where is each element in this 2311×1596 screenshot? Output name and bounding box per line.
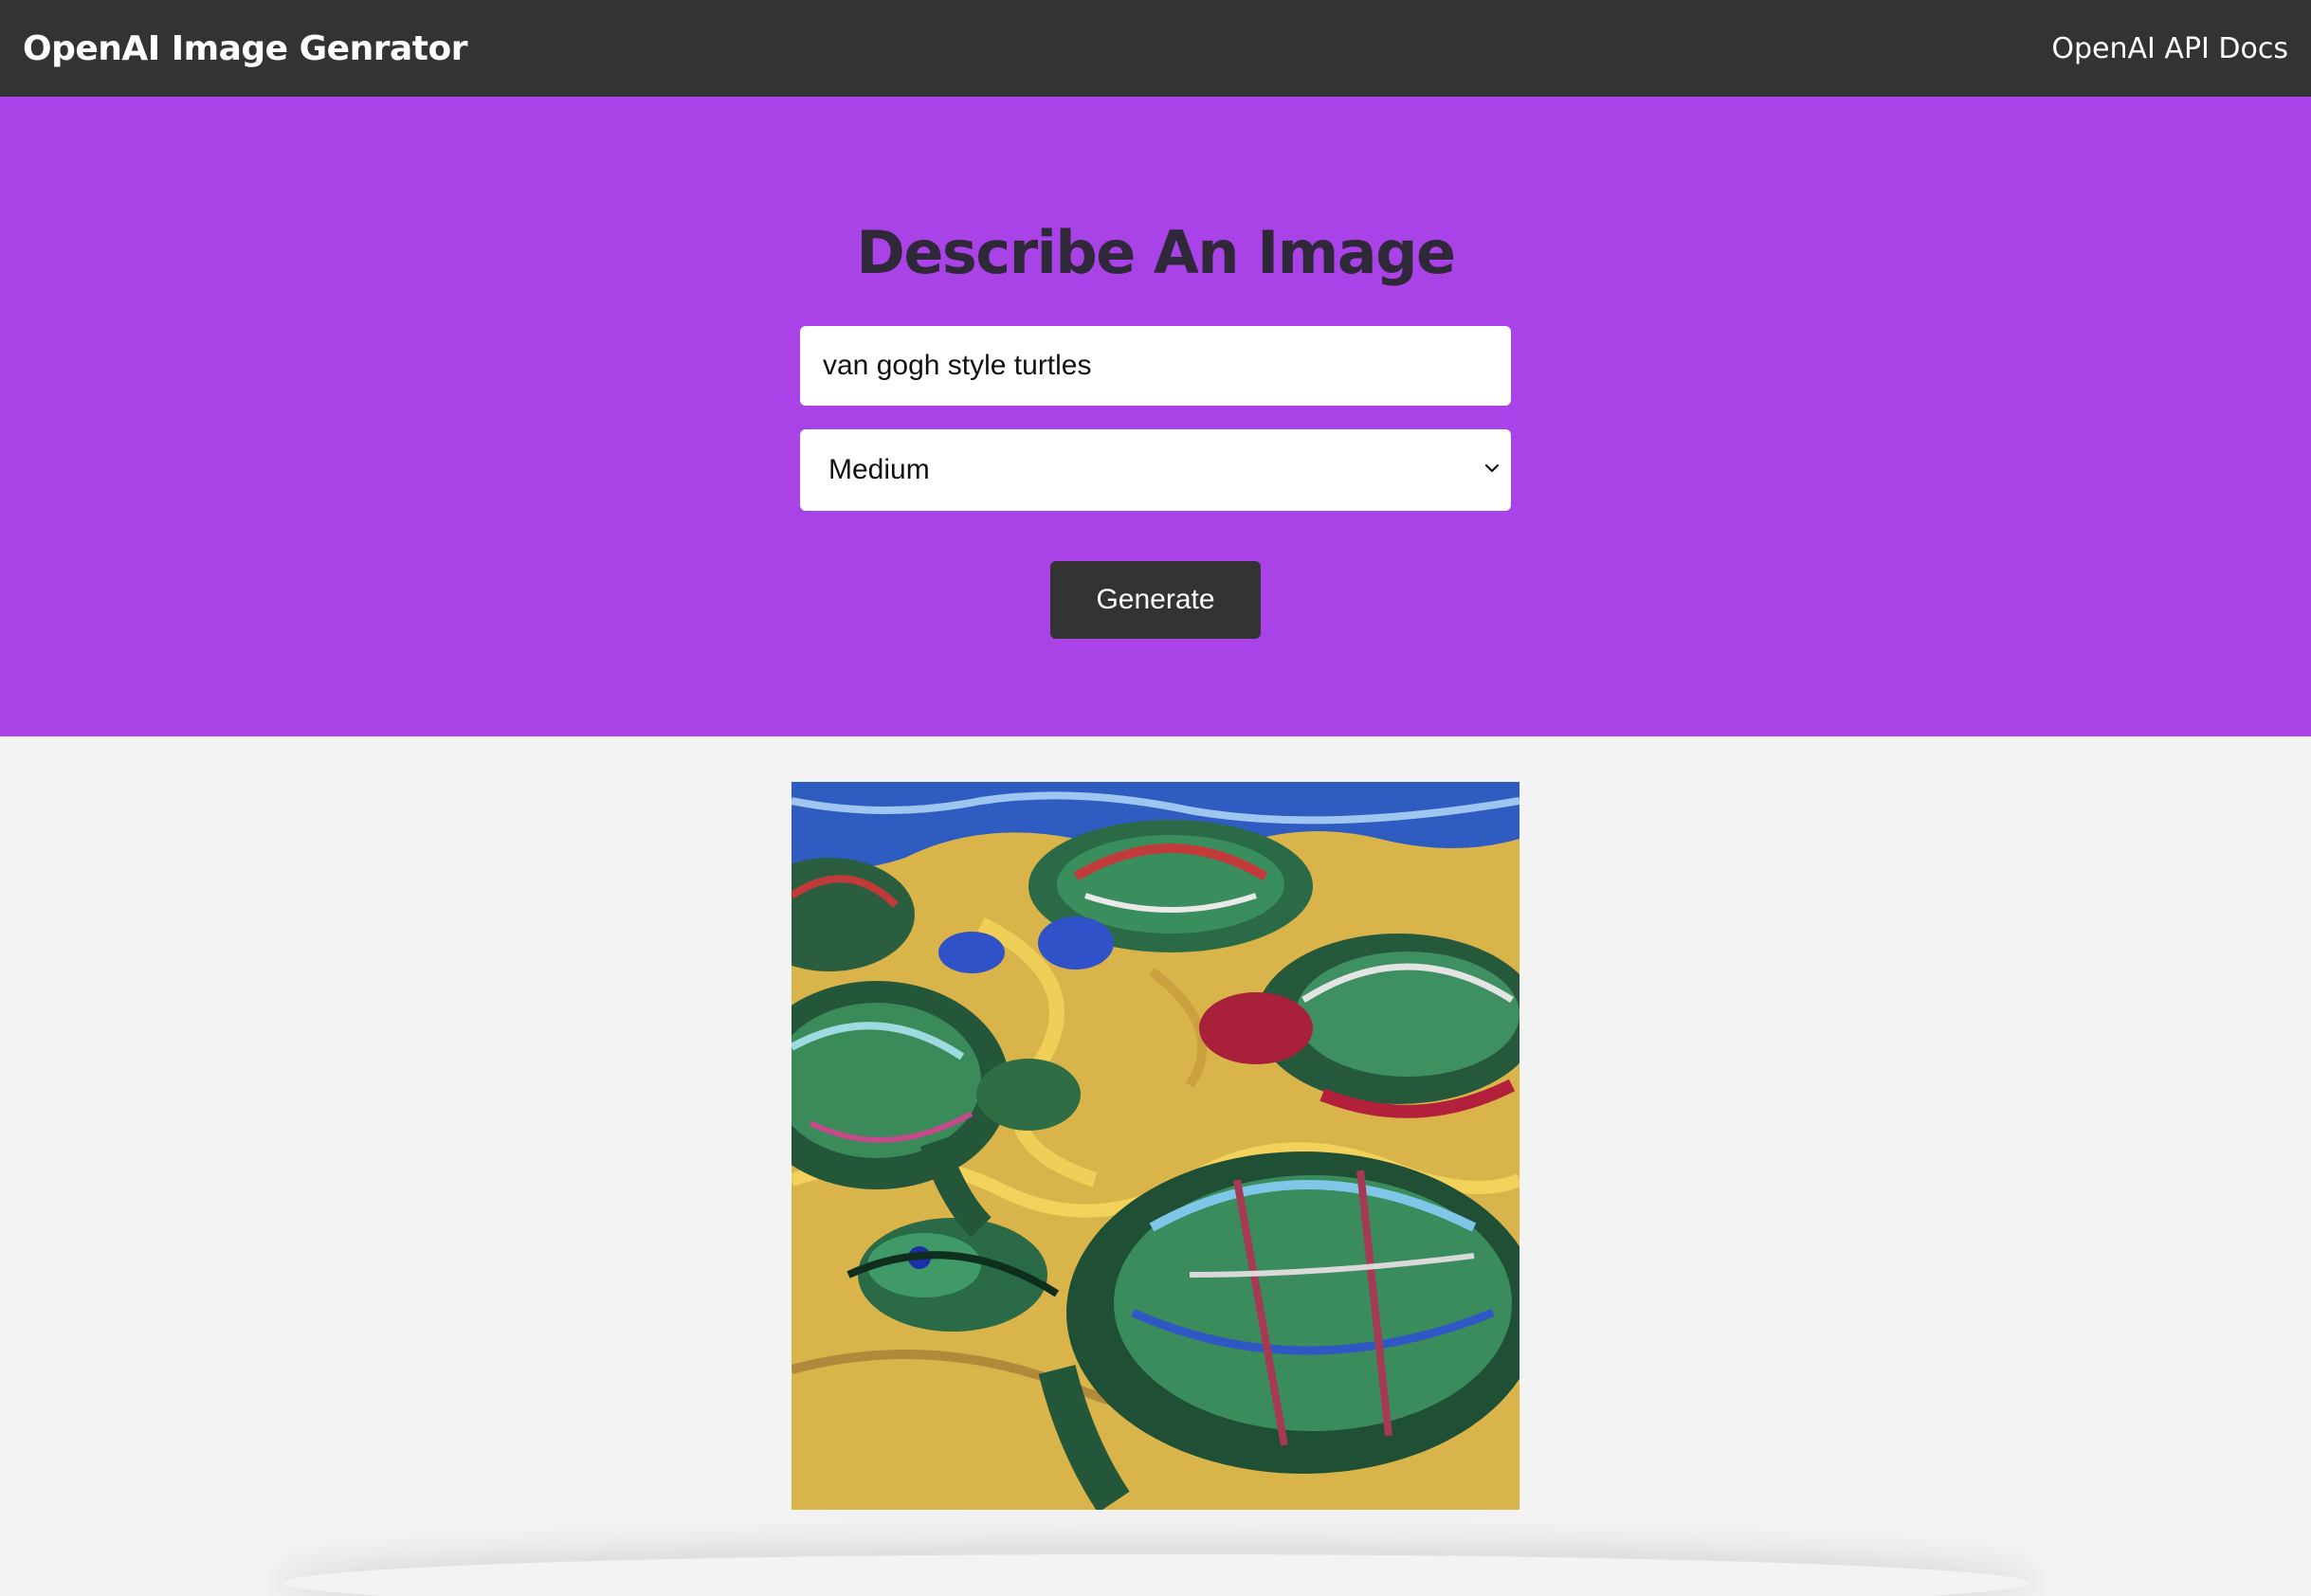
- form-title: Describe An Image: [856, 218, 1456, 287]
- chevron-down-icon: [1484, 463, 1500, 473]
- generator-form-section: Describe An Image Medium Generate: [0, 97, 2311, 736]
- navbar: OpenAI Image Genrator OpenAI API Docs: [0, 0, 2311, 97]
- generated-image-artwork: [792, 782, 1519, 1510]
- page: OpenAI Image Genrator OpenAI API Docs De…: [0, 0, 2311, 1596]
- prompt-input[interactable]: [800, 326, 1511, 406]
- bottom-shadow: [284, 1554, 2029, 1596]
- brand-logo[interactable]: OpenAI Image Genrator: [23, 29, 467, 68]
- generate-button[interactable]: Generate: [1050, 561, 1261, 639]
- size-select[interactable]: Medium: [800, 429, 1511, 511]
- api-docs-link[interactable]: OpenAI API Docs: [2051, 32, 2288, 65]
- size-select-value: Medium: [828, 454, 930, 485]
- generated-image: [792, 782, 1519, 1510]
